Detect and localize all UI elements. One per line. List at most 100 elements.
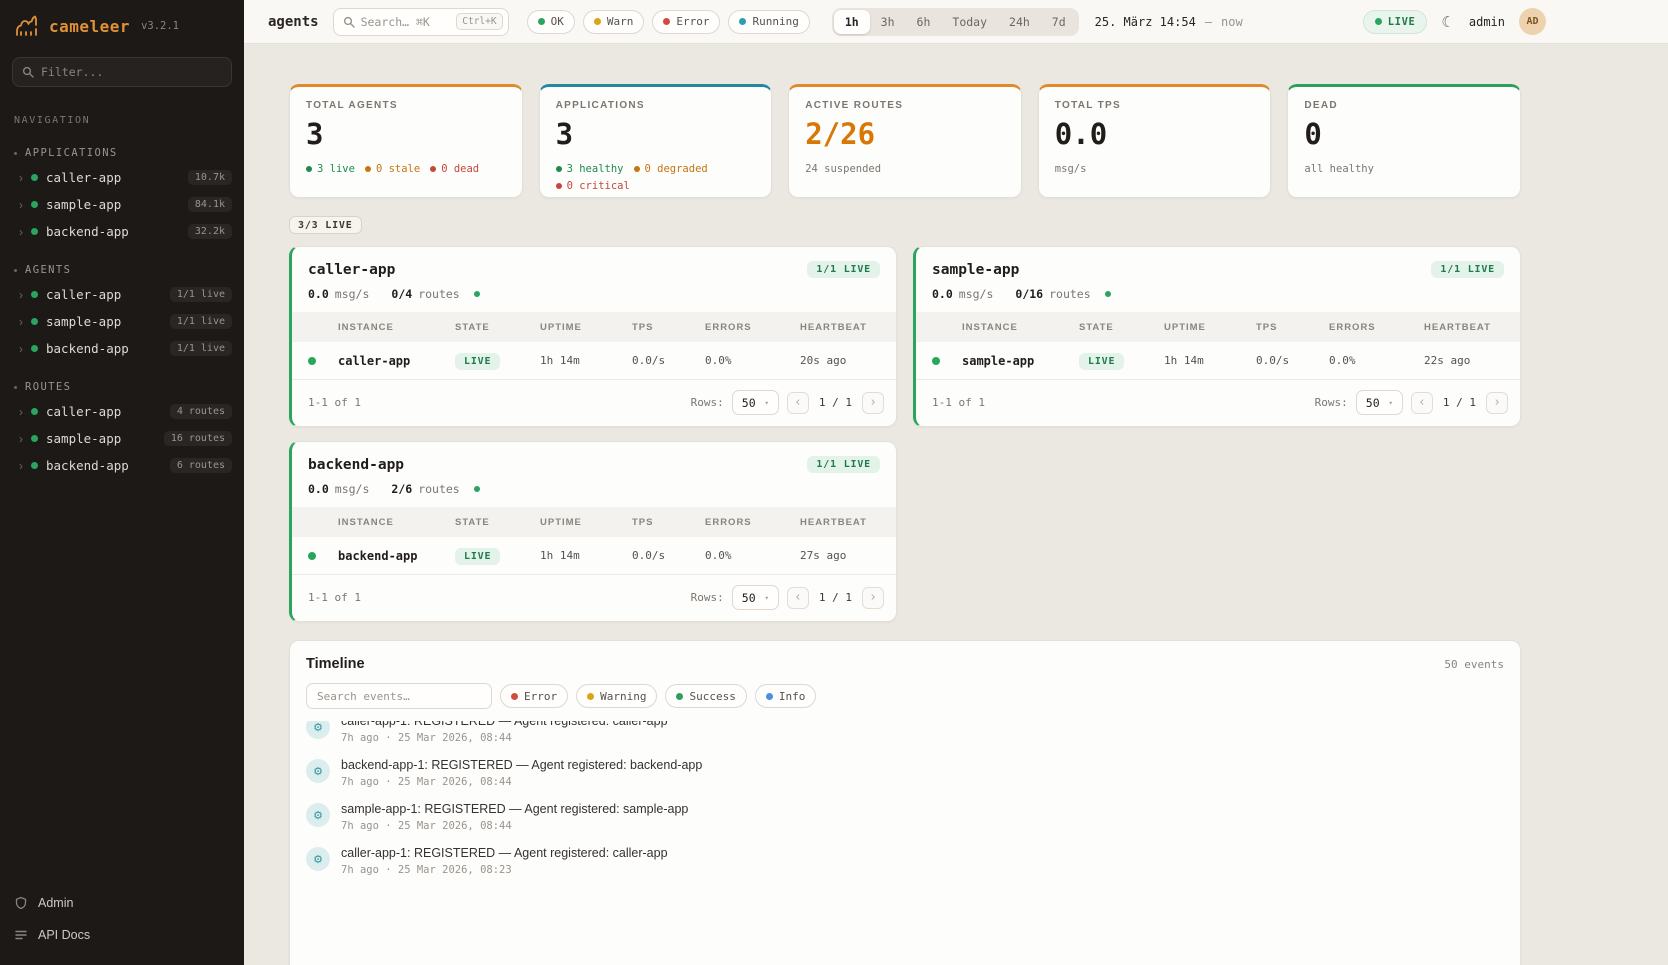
filter-chip-warn[interactable]: Warn	[583, 10, 645, 34]
sidebar-item-routes-backend-app[interactable]: › backend-app 6 routes	[0, 452, 244, 479]
filter-chip-error[interactable]: Error	[652, 10, 720, 34]
timeline-chip-info[interactable]: Info	[755, 684, 817, 708]
app-stats-line: 0.0msg/s 0/4routes	[292, 287, 896, 312]
rows-per-page-select[interactable]: 50▾	[732, 390, 779, 415]
filter-chip-ok[interactable]: OK	[527, 10, 575, 34]
global-search[interactable]: Ctrl+K	[333, 8, 509, 36]
section-dot-icon	[14, 386, 17, 389]
cell-errors: 0.0%	[705, 354, 800, 367]
item-label: caller-app	[46, 170, 180, 185]
next-page-button[interactable]: ›	[862, 587, 884, 609]
sidebar-item-agents-caller-app[interactable]: › caller-app 1/1 live	[0, 281, 244, 308]
timeline-chip-success[interactable]: Success	[665, 684, 746, 708]
stat-card-dead: DEAD 0 all healthy	[1287, 84, 1521, 198]
sidebar-section-applications: APPLICATIONS › caller-app 10.7k › sample…	[0, 144, 244, 245]
app-name[interactable]: sample-app	[932, 262, 1019, 278]
table-row[interactable]: backend-app LIVE 1h 14m 0.0/s 0.0% 27s a…	[292, 537, 896, 575]
sidebar-filter-input[interactable]	[41, 65, 222, 79]
cell-tps: 0.0/s	[1256, 354, 1329, 367]
stat-sub: msg/s	[1055, 162, 1255, 176]
brand: cameleer v3.2.1	[0, 0, 244, 47]
sidebar-item-applications-caller-app[interactable]: › caller-app 10.7k	[0, 164, 244, 191]
stat-label: APPLICATIONS	[556, 100, 756, 111]
section-label: AGENTS	[25, 264, 71, 276]
page-title: agents	[268, 14, 319, 30]
table-footer: 1-1 of 1 Rows: 50▾ ‹ 1 / 1 ›	[292, 380, 896, 426]
range-button-7d[interactable]: 7d	[1041, 10, 1077, 34]
sidebar-section-agents: AGENTS › caller-app 1/1 live › sample-ap…	[0, 261, 244, 362]
table-row[interactable]: caller-app LIVE 1h 14m 0.0/s 0.0% 20s ag…	[292, 342, 896, 380]
table-row[interactable]: sample-app LIVE 1h 14m 0.0/s 0.0% 22s ag…	[916, 342, 1520, 380]
filter-chip-running[interactable]: Running	[728, 10, 809, 34]
range-button-3h[interactable]: 3h	[870, 10, 906, 34]
prev-page-button[interactable]: ‹	[787, 587, 809, 609]
sidebar-item-routes-sample-app[interactable]: › sample-app 16 routes	[0, 425, 244, 452]
app-name[interactable]: caller-app	[308, 262, 395, 278]
app-card-header: caller-app 1/1 LIVE	[292, 247, 896, 287]
stat-card-applications: APPLICATIONS 3 3 healthy 0 degraded 0 cr…	[539, 84, 773, 198]
sidebar-item-applications-backend-app[interactable]: › backend-app 32.2k	[0, 218, 244, 245]
prev-page-button[interactable]: ‹	[787, 392, 809, 414]
app-card-header: sample-app 1/1 LIVE	[916, 247, 1520, 287]
sidebar-item-routes-caller-app[interactable]: › caller-app 4 routes	[0, 398, 244, 425]
global-search-input[interactable]	[361, 15, 451, 29]
stat-value: 3	[306, 120, 506, 149]
event-title: caller-app-1: REGISTERED — Agent registe…	[341, 721, 668, 728]
chevron-right-icon: ›	[19, 226, 23, 238]
success-dot-icon	[676, 693, 683, 700]
stat-breakdown: 3 live 0 stale 0 dead	[306, 162, 506, 176]
next-page-button[interactable]: ›	[1486, 392, 1508, 414]
item-badge: 10.7k	[188, 170, 232, 185]
section-header-agents[interactable]: AGENTS	[0, 261, 244, 281]
range-button-today[interactable]: Today	[941, 10, 998, 34]
sidebar-item-applications-sample-app[interactable]: › sample-app 84.1k	[0, 191, 244, 218]
item-badge: 32.2k	[188, 224, 232, 239]
chevron-right-icon: ›	[19, 199, 23, 211]
sidebar-filter[interactable]	[12, 57, 232, 87]
section-header-routes[interactable]: ROUTES	[0, 378, 244, 398]
event-item[interactable]: ⚙ caller-app-1: REGISTERED — Agent regis…	[290, 721, 1520, 751]
timeline-title: Timeline	[306, 656, 365, 672]
avatar[interactable]: AD	[1519, 8, 1546, 35]
sidebar-item-agents-sample-app[interactable]: › sample-app 1/1 live	[0, 308, 244, 335]
prev-page-button[interactable]: ‹	[1411, 392, 1433, 414]
section-dot-icon	[14, 152, 17, 155]
live-status-badge[interactable]: LIVE	[1363, 10, 1428, 34]
chip-label: Error	[676, 15, 709, 28]
rows-per-page-select[interactable]: 50▾	[732, 585, 779, 610]
app-name[interactable]: backend-app	[308, 457, 404, 473]
sidebar-item-admin[interactable]: Admin	[14, 891, 230, 915]
red-dot-icon	[430, 166, 436, 172]
event-list[interactable]: ⚙ caller-app-1: REGISTERED — Agent regis…	[290, 721, 1520, 965]
error-dot-icon	[511, 693, 518, 700]
section-header-applications[interactable]: APPLICATIONS	[0, 144, 244, 164]
sidebar-item-api-docs[interactable]: API Docs	[14, 923, 230, 947]
table-footer: 1-1 of 1 Rows: 50▾ ‹ 1 / 1 ›	[916, 380, 1520, 426]
rows-label: Rows:	[1315, 396, 1348, 409]
app-card-caller-app: caller-app 1/1 LIVE 0.0msg/s 0/4routes I…	[289, 246, 897, 427]
sidebar-footer: Admin API Docs	[0, 879, 244, 965]
app-stats-line: 0.0msg/s 2/6routes	[292, 482, 896, 507]
rows-per-page-select[interactable]: 50▾	[1356, 390, 1403, 415]
chip-label: Success	[689, 690, 735, 703]
event-item[interactable]: ⚙ backend-app-1: REGISTERED — Agent regi…	[290, 751, 1520, 795]
cell-errors: 0.0%	[1329, 354, 1424, 367]
timeline-chip-warning[interactable]: Warning	[576, 684, 657, 708]
chevron-right-icon: ›	[19, 460, 23, 472]
status-dot-icon	[31, 291, 38, 298]
chip-label: Warning	[600, 690, 646, 703]
event-item[interactable]: ⚙ caller-app-1: REGISTERED — Agent regis…	[290, 839, 1520, 883]
timeline-chip-error[interactable]: Error	[500, 684, 568, 708]
range-button-1h[interactable]: 1h	[834, 10, 870, 34]
event-search-input[interactable]	[306, 683, 492, 709]
live-count-badge: 1/1 LIVE	[1431, 261, 1504, 278]
event-item[interactable]: ⚙ sample-app-1: REGISTERED — Agent regis…	[290, 795, 1520, 839]
next-page-button[interactable]: ›	[862, 392, 884, 414]
live-count-badge: 1/1 LIVE	[807, 261, 880, 278]
username: admin	[1469, 15, 1505, 29]
info-dot-icon	[766, 693, 773, 700]
sidebar-item-agents-backend-app[interactable]: › backend-app 1/1 live	[0, 335, 244, 362]
range-button-6h[interactable]: 6h	[906, 10, 942, 34]
dark-mode-toggle-icon[interactable]: ☾	[1441, 13, 1454, 31]
range-button-24h[interactable]: 24h	[998, 10, 1041, 34]
